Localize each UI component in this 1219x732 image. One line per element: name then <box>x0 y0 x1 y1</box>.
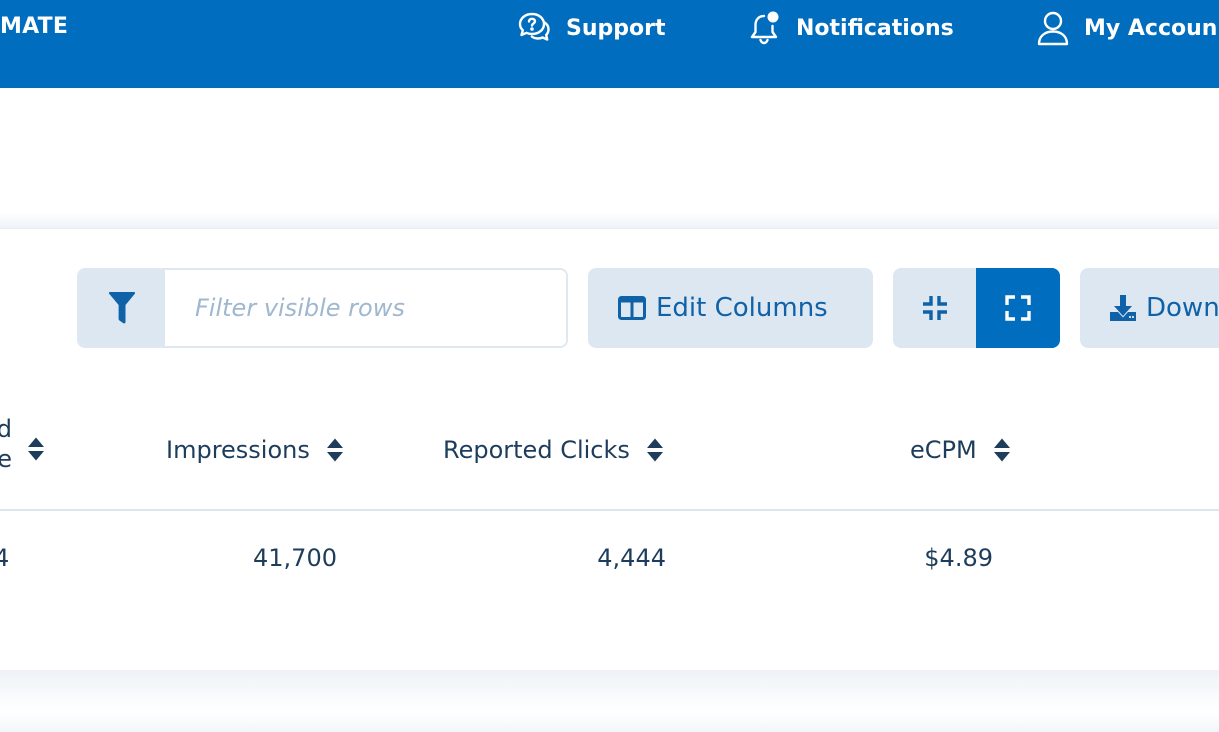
compress-icon <box>923 296 947 320</box>
panel-shadow-bottom <box>0 670 1219 732</box>
columns-icon <box>618 296 646 320</box>
notifications-link[interactable]: Notifications <box>748 8 954 48</box>
download-icon <box>1110 295 1136 321</box>
my-account-label: My Accoun <box>1084 15 1218 41</box>
column-header-partial-line-2: e <box>0 445 12 473</box>
table-cell-reported-clicks: 4,444 <box>597 544 666 572</box>
compress-view-button[interactable] <box>893 268 977 348</box>
reported-clicks-header-label: Reported Clicks <box>443 436 630 464</box>
download-button[interactable]: Down <box>1080 268 1219 348</box>
table-cell-impressions: 41,700 <box>253 544 337 572</box>
support-chat-icon <box>518 12 550 41</box>
brand-logo-text[interactable]: MATE <box>0 14 68 39</box>
filter-button[interactable] <box>79 270 165 346</box>
filter-visible-rows-input[interactable] <box>165 270 566 346</box>
edit-columns-button[interactable]: Edit Columns <box>588 268 873 348</box>
support-label: Support <box>566 15 666 41</box>
filter-control <box>77 268 568 348</box>
ecpm-header-label: eCPM <box>910 436 977 464</box>
support-link[interactable]: Support <box>516 8 665 48</box>
bell-icon <box>750 11 779 45</box>
column-header-partial-line-1: d <box>0 415 12 443</box>
sort-icon <box>326 438 343 462</box>
sort-icon <box>993 438 1010 462</box>
user-icon <box>1037 11 1069 46</box>
edit-columns-label: Edit Columns <box>656 293 828 323</box>
filter-funnel-icon <box>108 292 136 324</box>
download-label: Down <box>1146 293 1219 323</box>
expand-icon <box>1005 295 1031 321</box>
column-header-partial[interactable]: d e <box>0 414 12 474</box>
panel-shadow-top <box>0 212 1219 228</box>
column-header-ecpm[interactable]: eCPM <box>910 428 1011 472</box>
table-cell-ecpm: $4.89 <box>924 544 993 572</box>
header-row-divider <box>0 509 1219 511</box>
my-account-link[interactable]: My Accoun <box>1036 8 1217 48</box>
column-header-reported-clicks[interactable]: Reported Clicks <box>443 428 664 472</box>
sort-icon <box>646 438 663 462</box>
notifications-label: Notifications <box>796 15 954 41</box>
table-cell-partial: 4 <box>0 544 10 572</box>
sort-icon[interactable] <box>27 436 45 462</box>
top-nav-bar: MATE Support Notifications My Accoun <box>0 0 1219 88</box>
column-header-impressions[interactable]: Impressions <box>166 428 344 472</box>
expand-view-button[interactable] <box>976 268 1060 348</box>
impressions-header-label: Impressions <box>166 436 310 464</box>
